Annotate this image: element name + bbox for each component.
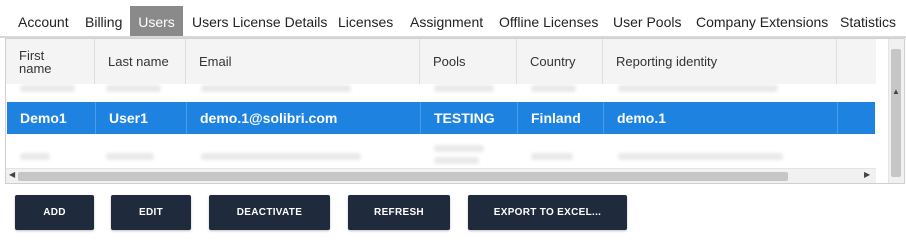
tab-assignment[interactable]: Assignment [410,6,483,36]
vertical-scroll-thumb[interactable] [891,49,901,177]
column-header-first-name[interactable]: First name [6,39,95,84]
blurred-cell [434,157,479,164]
table-row-selected[interactable]: Demo1 User1 demo.1@solibri.com TESTING F… [7,102,875,134]
cell-reporting-identity: demo.1 [604,102,838,134]
tab-licenses[interactable]: Licenses [338,6,393,36]
column-header-reporting-identity[interactable]: Reporting identity [603,39,837,84]
tab-users[interactable]: Users [130,6,183,36]
vertical-scrollbar[interactable]: ▲ [888,39,904,183]
column-header-extra [837,39,876,84]
triangle-left-icon[interactable]: ◀ [9,170,15,179]
tab-user-pools[interactable]: User Pools [613,6,681,36]
edit-button[interactable]: EDIT [111,195,191,230]
blurred-cell [201,85,351,92]
blurred-cell [618,85,778,92]
blurred-cell [434,145,484,152]
horizontal-scroll-thumb[interactable] [18,172,788,181]
blurred-cell [201,153,361,160]
horizontal-scrollbar[interactable]: ◀ ▶ [6,168,876,183]
blurred-cell [20,153,50,160]
tab-account[interactable]: Account [18,6,69,36]
add-button[interactable]: ADD [15,195,94,230]
column-header-email[interactable]: Email [186,39,420,84]
deactivate-button[interactable]: DEACTIVATE [209,195,330,230]
blurred-cell [106,153,154,160]
cell-first-name: Demo1 [7,102,96,134]
refresh-button[interactable]: REFRESH [348,195,450,230]
column-header-country[interactable]: Country [517,39,603,84]
blurred-cell [531,153,573,160]
blurred-cell [434,85,494,92]
tab-users-license-details[interactable]: Users License Details [192,6,327,36]
tab-bar: Account Billing Users Users License Deta… [0,6,906,36]
triangle-right-icon[interactable]: ▶ [864,170,870,179]
table-body: Demo1 User1 demo.1@solibri.com TESTING F… [6,84,876,173]
blurred-cell [618,153,783,160]
cell-pools: TESTING [421,102,518,134]
blurred-cell [531,85,576,92]
export-to-excel-button[interactable]: EXPORT TO EXCEL... [468,195,627,230]
table-header: First name Last name Email Pools Country… [6,39,876,85]
column-header-pools[interactable]: Pools [420,39,517,84]
tab-statistics[interactable]: Statistics [840,6,896,36]
triangle-up-icon[interactable]: ▲ [892,87,900,96]
cell-country: Finland [518,102,604,134]
tab-company-extensions[interactable]: Company Extensions [696,6,828,36]
cell-last-name: User1 [96,102,187,134]
column-header-last-name[interactable]: Last name [95,39,186,84]
tab-offline-licenses[interactable]: Offline Licenses [499,6,598,36]
blurred-cell [106,85,161,92]
cell-email: demo.1@solibri.com [187,102,421,134]
blurred-cell [20,85,75,92]
tab-billing[interactable]: Billing [85,6,122,36]
users-table: First name Last name Email Pools Country… [5,38,905,184]
